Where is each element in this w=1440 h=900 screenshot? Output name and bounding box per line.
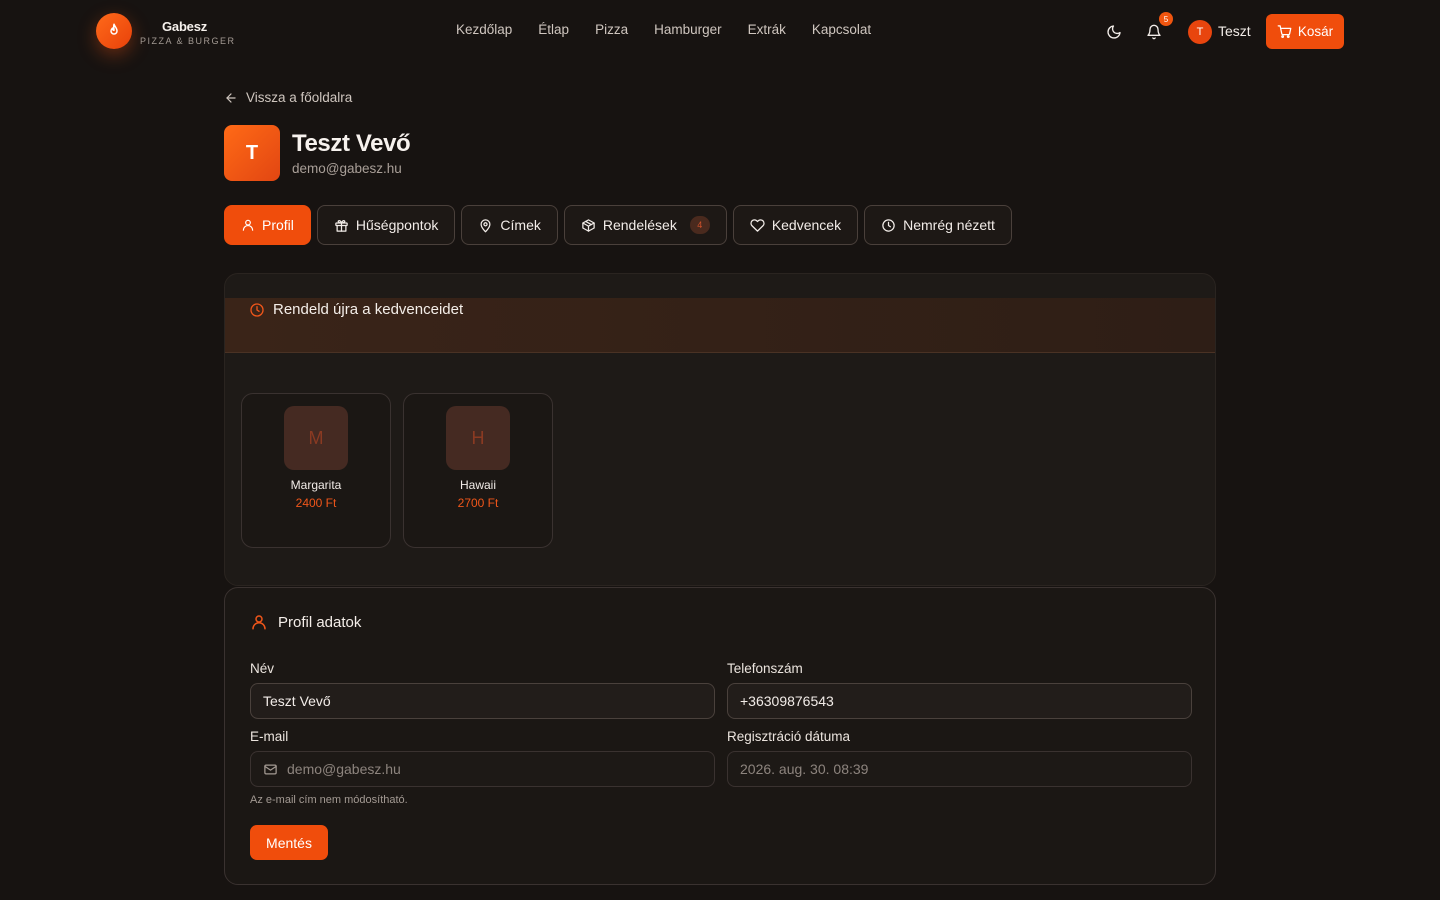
save-button[interactable]: Mentés — [250, 825, 328, 860]
nav-link-pizza[interactable]: Pizza — [595, 22, 628, 37]
tab-recently-viewed[interactable]: Nemrég nézett — [864, 205, 1012, 245]
tab-orders[interactable]: Rendelések 4 — [563, 205, 727, 245]
product-price: 2700 Ft — [457, 496, 499, 510]
email-label: E-mail — [250, 729, 289, 744]
reorder-item-margarita[interactable]: M Margarita 2400 Ft — [241, 393, 391, 548]
email-hint: Az e-mail cím nem módosítható. — [250, 794, 408, 806]
product-thumbnail: M — [284, 406, 348, 470]
bell-icon[interactable] — [1144, 22, 1164, 42]
profile-data-card: Profil adatok Név Teszt Vevő Telefonszám… — [224, 587, 1216, 885]
user-avatar[interactable]: T — [1188, 20, 1212, 44]
reorder-title-label: Rendeld újra a kedvenceidet — [273, 301, 464, 318]
email-value: demo@gabesz.hu — [287, 761, 401, 777]
profile-data-title-label: Profil adatok — [278, 613, 362, 631]
profile-tabs: Profil Hűségpontok Címek Rendelések 4 Ke… — [224, 205, 1012, 245]
back-link-label: Vissza a főoldalra — [246, 90, 353, 105]
tab-label: Rendelések — [602, 217, 677, 233]
profile-name: Teszt Vevő — [292, 130, 411, 157]
profile-email: demo@gabesz.hu — [292, 161, 402, 176]
email-field: demo@gabesz.hu — [250, 751, 715, 787]
main-nav: Kezdőlap Étlap Pizza Hamburger Extrák Ka… — [456, 22, 871, 37]
name-input[interactable]: Teszt Vevő — [250, 683, 715, 719]
top-header: Gabesz PIZZA & BURGER Kezdőlap Étlap Piz… — [0, 0, 1440, 64]
package-icon — [581, 218, 596, 233]
nav-link-contact[interactable]: Kapcsolat — [812, 22, 871, 37]
nav-link-menu[interactable]: Étlap — [538, 22, 569, 37]
orders-count-badge: 4 — [689, 216, 710, 234]
notification-badge: 5 — [1159, 12, 1173, 26]
phone-label: Telefonszám — [727, 661, 803, 676]
back-to-home-link[interactable]: Vissza a főoldalra — [224, 90, 352, 105]
product-price: 2400 Ft — [295, 496, 337, 510]
tab-addresses[interactable]: Címek — [461, 205, 558, 245]
nav-link-home[interactable]: Kezdőlap — [456, 22, 512, 37]
clock-icon — [881, 218, 896, 233]
brand-name[interactable]: Gabesz — [162, 19, 207, 34]
gift-icon — [334, 218, 349, 233]
map-pin-icon — [478, 218, 493, 233]
tab-profile[interactable]: Profil — [224, 205, 311, 245]
reorder-title: Rendeld újra a kedvenceidet — [249, 301, 463, 318]
product-thumbnail: H — [446, 406, 510, 470]
arrow-left-icon — [224, 91, 238, 105]
name-label: Név — [250, 661, 275, 676]
user-icon — [241, 218, 255, 232]
tab-label: Kedvencek — [771, 217, 842, 233]
nav-link-extras[interactable]: Extrák — [748, 22, 786, 37]
clock-icon — [249, 302, 265, 318]
mail-icon — [263, 762, 278, 777]
phone-input[interactable]: +36309876543 — [727, 683, 1192, 719]
tab-loyalty[interactable]: Hűségpontok — [316, 205, 456, 245]
tab-label: Címek — [500, 217, 541, 233]
tab-favorites[interactable]: Kedvencek — [732, 205, 859, 245]
profile-avatar: T — [224, 125, 280, 181]
product-name: Margarita — [290, 478, 342, 492]
reorder-favorites-card: Rendeld újra a kedvenceidet M Margarita … — [224, 273, 1216, 586]
user-icon — [250, 613, 268, 631]
tab-label: Nemrég nézett — [903, 217, 995, 233]
flame-logo-icon[interactable] — [96, 13, 132, 49]
registration-date-label: Regisztráció dátuma — [727, 729, 851, 744]
nav-link-hamburger[interactable]: Hamburger — [654, 22, 722, 37]
tab-label: Hűségpontok — [355, 217, 439, 233]
reorder-item-hawaii[interactable]: H Hawaii 2700 Ft — [403, 393, 553, 548]
heart-icon — [750, 218, 765, 233]
brand-tagline: PIZZA & BURGER — [140, 36, 236, 46]
cart-icon — [1277, 24, 1292, 39]
user-name[interactable]: Teszt — [1218, 23, 1251, 39]
tab-label: Profil — [262, 217, 294, 233]
moon-icon[interactable] — [1104, 22, 1124, 42]
cart-label: Kosár — [1297, 24, 1334, 39]
cart-button[interactable]: Kosár — [1266, 14, 1344, 49]
profile-data-title: Profil adatok — [250, 613, 361, 631]
product-name: Hawaii — [459, 478, 496, 492]
registration-date-field: 2026. aug. 30. 08:39 — [727, 751, 1192, 787]
